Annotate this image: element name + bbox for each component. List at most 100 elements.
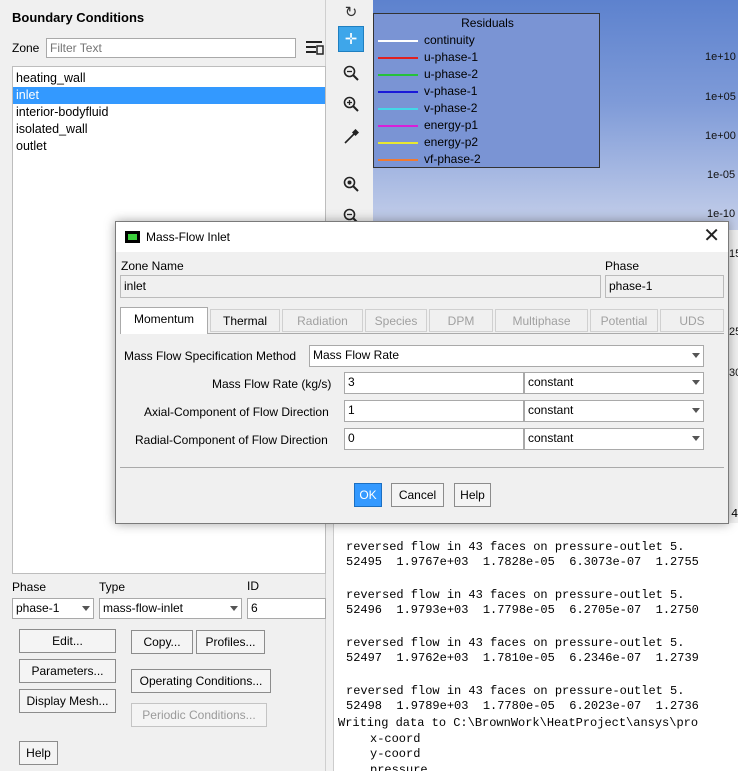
radial-direction-mode-dropdown[interactable]: constant (524, 428, 704, 450)
legend-label: vf-phase-2 (424, 152, 481, 166)
legend-label: v-phase-1 (424, 84, 478, 98)
cancel-button[interactable]: Cancel (391, 483, 444, 507)
y-tick-label: 1e+05 (705, 91, 736, 103)
dialog-titlebar[interactable]: Mass-Flow Inlet ✕ (116, 222, 728, 252)
id-label: ID (247, 579, 259, 593)
phase-dropdown-value: phase-1 (16, 601, 60, 615)
zone-label: Zone (12, 41, 40, 55)
tab-dpm[interactable]: DPM (429, 309, 493, 332)
zone-list-item[interactable]: heating_wall (13, 70, 325, 87)
panel-title: Boundary Conditions (12, 10, 145, 25)
radial-direction-label: Radial-Component of Flow Direction (135, 433, 328, 447)
dialog-phase-field: phase-1 (605, 275, 724, 298)
axial-direction-mode-dropdown[interactable]: constant (524, 400, 704, 422)
console-line: pressure (370, 763, 428, 771)
axial-direction-mode-value: constant (528, 403, 574, 417)
console-line: reversed flow in 43 faces on pressure-ou… (346, 684, 685, 698)
spec-method-value: Mass Flow Rate (313, 348, 400, 362)
legend-label: v-phase-2 (424, 101, 478, 115)
dialog-tabs: Momentum Thermal Radiation Species DPM Multip… (120, 307, 724, 334)
profiles-button[interactable]: Profiles... (196, 630, 265, 654)
chevron-down-icon (692, 353, 700, 358)
tab-thermal[interactable]: Thermal (210, 309, 280, 332)
radial-direction-input[interactable]: 0 (344, 428, 524, 450)
tab-momentum[interactable]: Momentum (120, 307, 208, 334)
y-tick-label: 1e+00 (705, 130, 736, 142)
console-line: Writing data to C:\BrownWork\HeatProject… (338, 716, 699, 730)
console-line: y-coord (370, 747, 421, 761)
periodic-conditions-button[interactable]: Periodic Conditions... (131, 703, 267, 727)
dialog-title: Mass-Flow Inlet (146, 230, 231, 244)
edit-button[interactable]: Edit... (19, 629, 116, 653)
copy-button[interactable]: Copy... (131, 630, 193, 654)
legend-swatch (378, 40, 418, 42)
mass-flow-rate-mode-dropdown[interactable]: constant (524, 372, 704, 394)
zoom-fit-icon[interactable] (338, 171, 364, 197)
residuals-plot[interactable]: Residuals continuity u-phase-1 u-phase-2 v-… (373, 0, 738, 230)
zone-list-item[interactable]: isolated_wall (13, 121, 325, 138)
mass-flow-inlet-dialog: Mass-Flow Inlet ✕ Zone Name inlet Phase … (115, 221, 729, 524)
radial-direction-mode-value: constant (528, 431, 574, 445)
tab-potential[interactable]: Potential (590, 309, 658, 332)
ok-button[interactable]: OK (354, 483, 382, 507)
console-line: 52497 1.9762e+03 1.7810e-05 6.2346e-07 1… (346, 651, 699, 665)
chevron-down-icon (692, 436, 700, 441)
chevron-down-icon (82, 606, 90, 611)
console-line: reversed flow in 43 faces on pressure-ou… (346, 540, 685, 554)
dialog-phase-label: Phase (605, 259, 640, 273)
filter-options-icon[interactable] (303, 37, 325, 59)
refresh-icon[interactable]: ↻ (338, 0, 364, 26)
zone-filter-input[interactable] (46, 38, 296, 58)
close-icon[interactable]: ✕ (703, 226, 720, 246)
legend-label: energy-p2 (424, 135, 479, 149)
help-button[interactable]: Help (19, 741, 58, 765)
legend-swatch (378, 125, 418, 127)
legend-swatch (378, 74, 418, 76)
axial-direction-label: Axial-Component of Flow Direction (144, 405, 329, 419)
zone-list-item[interactable]: outlet (13, 138, 325, 155)
phase-dropdown[interactable]: phase-1 (12, 598, 94, 619)
probe-icon[interactable] (338, 124, 364, 150)
tab-species[interactable]: Species (365, 309, 427, 332)
spec-method-dropdown[interactable]: Mass Flow Rate (309, 345, 704, 367)
zone-list-item[interactable]: inlet (13, 87, 325, 104)
console-output[interactable]: reversed flow in 43 faces on pressure-ou… (333, 523, 738, 771)
move-icon[interactable]: ✛ (338, 26, 364, 52)
type-label: Type (99, 580, 126, 594)
console-line: x-coord (370, 732, 421, 746)
legend-label: u-phase-2 (424, 67, 479, 81)
mass-flow-rate-input[interactable]: 3 (344, 372, 524, 394)
legend-swatch (378, 91, 418, 93)
legend-title: Residuals (461, 16, 514, 30)
tab-multiphase[interactable]: Multiphase (495, 309, 588, 332)
zoom-icon[interactable] (338, 60, 364, 86)
mass-flow-rate-label: Mass Flow Rate (kg/s) (212, 377, 332, 391)
residuals-legend: Residuals continuity u-phase-1 u-phase-2 v-… (373, 13, 600, 168)
chevron-down-icon (692, 380, 700, 385)
tab-uds[interactable]: UDS (660, 309, 724, 332)
legend-swatch (378, 57, 418, 59)
legend-label: energy-p1 (424, 118, 479, 132)
y-tick-label: 1e-05 (707, 169, 736, 181)
operating-conditions-button[interactable]: Operating Conditions... (131, 669, 271, 693)
axial-direction-input[interactable]: 1 (344, 400, 524, 422)
y-tick-fragment: 25 (729, 326, 738, 338)
tab-radiation[interactable]: Radiation (282, 309, 363, 332)
zoom-in-icon[interactable] (338, 91, 364, 117)
console-edge-fragment: 4 (731, 507, 738, 521)
console-line: 52498 1.9789e+03 1.7780e-05 6.2023e-07 1… (346, 699, 699, 713)
zone-list-item[interactable]: interior-bodyfluid (13, 104, 325, 121)
spec-method-label: Mass Flow Specification Method (124, 349, 297, 363)
y-tick-fragment: 30 (729, 367, 738, 379)
type-dropdown[interactable]: mass-flow-inlet (99, 598, 242, 619)
chevron-down-icon (692, 408, 700, 413)
display-mesh-button[interactable]: Display Mesh... (19, 689, 116, 713)
parameters-button[interactable]: Parameters... (19, 659, 116, 683)
legend-label: u-phase-1 (424, 50, 479, 64)
fluent-app-icon (125, 231, 140, 243)
legend-swatch (378, 142, 418, 144)
y-tick-label: 1e-10 (707, 208, 736, 220)
y-tick-label: 1e+10 (705, 51, 736, 63)
id-field: 6 (247, 598, 326, 619)
dialog-help-button[interactable]: Help (454, 483, 491, 507)
